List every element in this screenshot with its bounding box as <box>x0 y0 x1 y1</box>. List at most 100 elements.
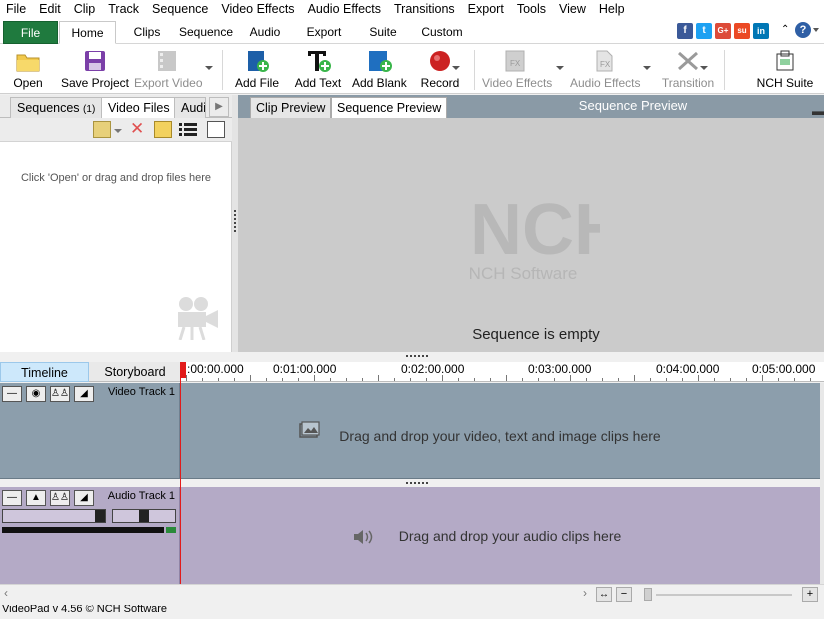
video-effects-button[interactable]: FX Video Effects <box>482 47 552 93</box>
help-dropdown-icon[interactable] <box>813 28 819 32</box>
ruler-tick <box>778 378 779 381</box>
video-camera-icon <box>176 294 220 341</box>
menu-help[interactable]: Help <box>593 0 632 18</box>
tab-video-files[interactable]: Video Files <box>101 97 177 119</box>
facebook-icon[interactable]: f <box>677 23 693 39</box>
tab-file[interactable]: File <box>3 21 58 44</box>
pan-slider-thumb[interactable] <box>139 510 149 522</box>
preview-area[interactable]: NCH NCH Software Sequence is empty <box>238 118 824 352</box>
menu-clip[interactable]: Clip <box>68 0 103 18</box>
video-track-name: Video Track 1 <box>107 386 175 398</box>
record-button[interactable]: Record <box>416 47 464 93</box>
zoom-slider-thumb[interactable] <box>644 588 652 601</box>
add-blank-button[interactable]: Add Blank <box>352 47 407 93</box>
group-icon[interactable]: ♙♙ <box>50 386 70 402</box>
new-folder-icon[interactable] <box>154 121 172 138</box>
tab-suite[interactable]: Suite <box>358 21 408 44</box>
scroll-left-icon[interactable]: ‹ <box>4 586 8 600</box>
menu-file[interactable]: File <box>0 0 33 18</box>
eye-icon[interactable]: ◉ <box>26 386 46 402</box>
import-dropdown-icon[interactable] <box>114 129 122 133</box>
stumbleupon-icon[interactable]: su <box>734 23 750 39</box>
menu-transitions[interactable]: Transitions <box>388 0 462 18</box>
audio-effects-button[interactable]: FX Audio Effects <box>570 47 641 93</box>
ruler-tick <box>634 375 635 381</box>
nch-suite-button[interactable]: NCH Suite <box>756 47 814 93</box>
linkedin-icon[interactable]: in <box>753 23 769 39</box>
export-dropdown-icon[interactable] <box>205 66 213 70</box>
ruler-tick <box>538 378 539 381</box>
timeline-ruler[interactable]: :00:00.000 0:01:00.000 0:02:00.000 0:03:… <box>180 362 824 382</box>
audio-track-area[interactable]: Drag and drop your audio clips here <box>180 487 820 584</box>
collapse-ribbon-icon[interactable]: ⌃ <box>781 24 789 35</box>
lock-icon[interactable]: ◢ <box>74 490 94 506</box>
track-splitter[interactable] <box>0 480 824 486</box>
splitter-grip-icon <box>233 209 237 233</box>
speaker-icon[interactable]: ▲ <box>26 490 46 506</box>
group-icon[interactable]: ♙♙ <box>50 490 70 506</box>
tab-storyboard[interactable]: Storyboard <box>90 362 180 382</box>
preview-menu-icon[interactable]: ▬ <box>812 104 824 118</box>
menu-sequence[interactable]: Sequence <box>146 0 215 18</box>
zoom-slider-track[interactable] <box>656 594 792 596</box>
menu-edit[interactable]: Edit <box>33 0 68 18</box>
tab-export[interactable]: Export <box>296 21 352 44</box>
list-view-icon[interactable] <box>179 121 197 138</box>
text-icon <box>305 49 331 73</box>
volume-slider-thumb[interactable] <box>95 510 105 522</box>
timeline-tabs: Timeline Storyboard <box>0 362 180 382</box>
add-file-button[interactable]: Add File <box>234 47 280 93</box>
ruler-tick <box>570 375 571 381</box>
tabs-scroll-right-icon[interactable]: ▶ <box>209 97 229 117</box>
open-button[interactable]: Open <box>6 47 50 93</box>
lock-icon[interactable]: ◢ <box>74 386 94 402</box>
ruler-tick <box>298 378 299 381</box>
menu-track[interactable]: Track <box>102 0 146 18</box>
playhead-handle[interactable] <box>180 362 186 378</box>
audio-effects-dropdown-icon[interactable] <box>643 66 651 70</box>
menu-audio-effects[interactable]: Audio Effects <box>302 0 388 18</box>
delete-icon[interactable]: ✕ <box>130 119 144 139</box>
menu-tools[interactable]: Tools <box>511 0 553 18</box>
video-effects-dropdown-icon[interactable] <box>556 66 564 70</box>
googleplus-icon[interactable]: G+ <box>715 23 731 39</box>
status-text: VideoPad v 4.56 © NCH Software <box>2 605 168 615</box>
tab-timeline[interactable]: Timeline <box>0 362 89 382</box>
zoom-out-icon[interactable]: − <box>616 587 632 602</box>
zoom-in-icon[interactable]: + <box>802 587 818 602</box>
tab-sequence-preview[interactable]: Sequence Preview <box>331 97 448 118</box>
export-video-button[interactable]: Export Video <box>134 47 203 93</box>
menu-export[interactable]: Export <box>462 0 511 18</box>
blank-clip-icon <box>366 49 392 73</box>
volume-slider[interactable] <box>2 509 106 523</box>
help-icon[interactable]: ? <box>795 22 811 38</box>
scroll-right-icon[interactable]: › <box>583 586 587 600</box>
tab-clip-preview[interactable]: Clip Preview <box>250 97 332 118</box>
pan-slider[interactable] <box>112 509 176 523</box>
timeline-vertical-scrollbar[interactable] <box>820 383 824 584</box>
tab-audio-files[interactable]: Audi <box>174 97 206 118</box>
tab-custom[interactable]: Custom <box>414 21 470 44</box>
panel-splitter-horizontal[interactable] <box>0 352 824 361</box>
video-track-area[interactable]: Drag and drop your video, text and image… <box>180 383 820 479</box>
tab-clips[interactable]: Clips <box>122 21 172 44</box>
collapse-track-icon[interactable]: — <box>2 490 22 506</box>
tab-sequence[interactable]: Sequence <box>176 21 236 44</box>
tab-audio[interactable]: Audio <box>240 21 290 44</box>
menu-video-effects[interactable]: Video Effects <box>215 0 301 18</box>
import-arrow-icon[interactable] <box>93 121 111 138</box>
add-text-button[interactable]: Add Text <box>292 47 344 93</box>
shrink-panel-icon[interactable] <box>207 121 225 138</box>
transition-dropdown-icon[interactable] <box>700 66 708 70</box>
tab-home[interactable]: Home <box>59 21 116 44</box>
tab-sequences[interactable]: Sequences (1) <box>10 97 103 118</box>
save-project-button[interactable]: Save Project <box>60 47 130 93</box>
transition-button[interactable]: Transition <box>660 47 716 93</box>
media-bin[interactable]: Click 'Open' or drag and drop files here <box>0 142 232 352</box>
menu-view[interactable]: View <box>553 0 593 18</box>
twitter-icon[interactable]: t <box>696 23 712 39</box>
collapse-track-icon[interactable]: — <box>2 386 22 402</box>
playhead[interactable] <box>180 362 181 584</box>
record-dropdown-icon[interactable] <box>452 66 460 70</box>
fit-timeline-icon[interactable]: ↔ <box>596 587 612 602</box>
